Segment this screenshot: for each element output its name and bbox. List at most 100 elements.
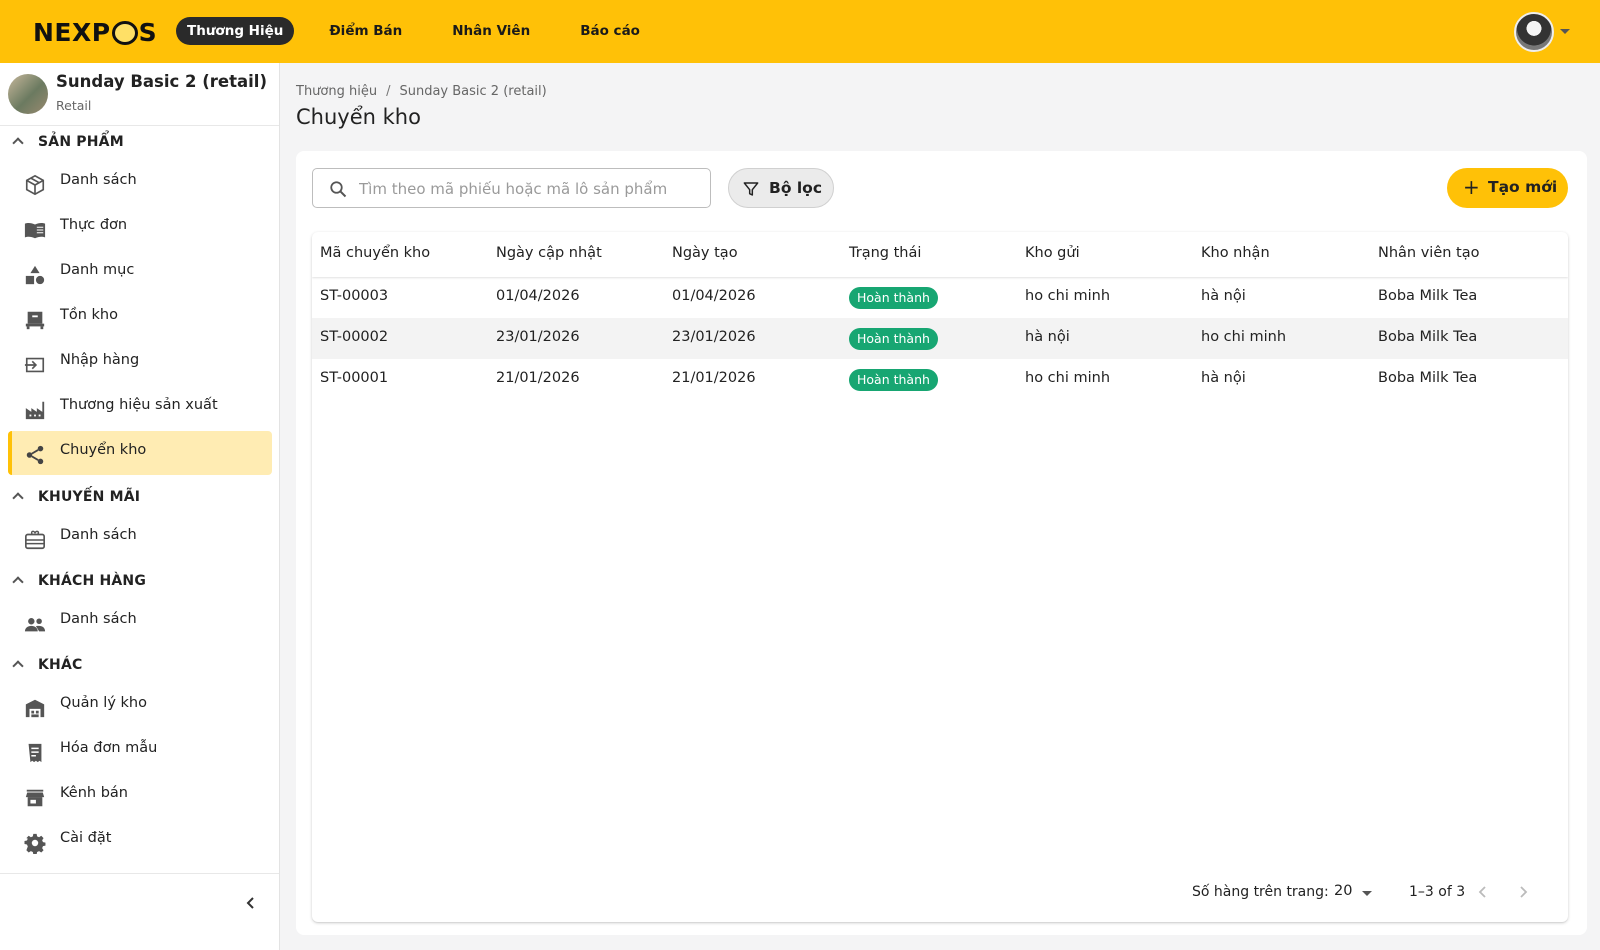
sidebar-item-thuc-don[interactable]: Thực đơn	[8, 206, 272, 250]
rows-per-page-select[interactable]: 20	[1334, 881, 1378, 903]
sidebar-item-label: Danh mục	[60, 262, 135, 278]
column-header[interactable]: Trạng thái	[849, 245, 921, 261]
top-app-bar: NEXP S Thương Hiệu Điểm Bán Nhân Viên Báo…	[0, 0, 1600, 63]
sidebar-item-label: Thực đơn	[60, 217, 128, 233]
factory-icon	[25, 401, 45, 420]
table-row[interactable]: ST-00002 23/01/2026 23/01/2026 Hoàn thàn…	[312, 318, 1568, 359]
column-header[interactable]: Ngày cập nhật	[496, 245, 602, 261]
sidebar-item-nhap-hang[interactable]: Nhập hàng	[8, 341, 272, 385]
sidebar-item-label: Kênh bán	[60, 785, 128, 801]
sidebar-item-hoa-don-mau[interactable]: Hóa đơn mẫu	[8, 729, 272, 773]
store-icon	[25, 789, 45, 807]
inventory-icon	[25, 311, 45, 330]
nexpos-logo[interactable]: NEXP S	[33, 18, 157, 47]
table-row[interactable]: ST-00003 01/04/2026 01/04/2026 Hoàn thàn…	[312, 277, 1568, 318]
section-khach-hang[interactable]: KHÁCH HÀNG	[0, 568, 279, 596]
section-khuyen-mai[interactable]: KHUYẾN MÃI	[0, 484, 279, 512]
nav-tab-diem-ban[interactable]: Điểm Bán	[318, 17, 413, 45]
sidebar-divider	[0, 873, 279, 874]
column-header[interactable]: Mã chuyển kho	[320, 245, 430, 261]
nav-tab-thuong-hieu[interactable]: Thương Hiệu	[176, 17, 295, 45]
page-title: Chuyển kho	[296, 105, 421, 129]
section-san-pham[interactable]: SẢN PHẨM	[0, 129, 279, 157]
chevron-up-icon	[12, 660, 24, 672]
sidebar-item-label: Danh sách	[60, 172, 137, 188]
cell-code: ST-00001	[320, 370, 389, 386]
search-box[interactable]	[312, 168, 711, 208]
pagination: Số hàng trên trang: 20 1–3 of 3	[312, 872, 1568, 912]
breadcrumb-separator: /	[386, 84, 391, 99]
gift-card-icon	[25, 530, 45, 550]
section-title: KHUYẾN MÃI	[38, 489, 141, 505]
filter-button[interactable]: Bộ lọc	[728, 168, 834, 208]
search-input[interactable]	[359, 177, 699, 201]
sidebar-item-cai-dat[interactable]: Cài đặt	[8, 819, 272, 863]
sidebar-item-kenh-ban[interactable]: Kênh bán	[8, 774, 272, 818]
sidebar-item-label: Tồn kho	[60, 307, 118, 323]
chevron-up-icon	[12, 137, 24, 149]
chevron-down-icon	[1362, 891, 1372, 896]
nav-tab-bao-cao[interactable]: Báo cáo	[569, 17, 651, 45]
cell-updated: 23/01/2026	[496, 329, 580, 345]
cell-staff: Boba Milk Tea	[1378, 329, 1478, 345]
plus-icon: +	[1463, 175, 1480, 199]
cell-updated: 01/04/2026	[496, 288, 580, 304]
transfer-table: Mã chuyển kho Ngày cập nhật Ngày tạo Trạ…	[312, 232, 1568, 922]
cell-from-warehouse: ho chi minh	[1025, 370, 1111, 386]
cell-code: ST-00003	[320, 288, 389, 304]
column-header[interactable]: Nhân viên tạo	[1378, 245, 1480, 261]
page-range: 1–3 of 3	[1409, 884, 1466, 900]
sidebar-item-thuong-hieu-san-xuat[interactable]: Thương hiệu sản xuất	[8, 386, 272, 430]
sidebar-item-danh-sach-khuyen-mai[interactable]: Danh sách	[8, 516, 272, 560]
chevron-down-icon[interactable]	[1560, 29, 1570, 34]
menu-book-icon	[24, 222, 46, 239]
cell-to-warehouse: hà nội	[1201, 370, 1246, 386]
sidebar-item-ton-kho[interactable]: Tồn kho	[8, 296, 272, 340]
cell-code: ST-00002	[320, 329, 389, 345]
chevron-up-icon	[12, 492, 24, 504]
column-header[interactable]: Ngày tạo	[672, 245, 738, 261]
create-label: Tạo mới	[1488, 178, 1558, 196]
status-badge: Hoàn thành	[849, 369, 938, 391]
section-title: KHÁCH HÀNG	[38, 573, 147, 589]
cell-created: 21/01/2026	[672, 370, 756, 386]
store-header[interactable]: Sunday Basic 2 (retail) Retail	[0, 63, 279, 126]
cell-to-warehouse: ho chi minh	[1201, 329, 1287, 345]
previous-page-button[interactable]	[1475, 884, 1491, 900]
sidebar-item-danh-sach-san-pham[interactable]: Danh sách	[8, 161, 272, 205]
chevron-left-icon[interactable]	[245, 897, 257, 909]
section-khac[interactable]: KHÁC	[0, 652, 279, 680]
cell-from-warehouse: ho chi minh	[1025, 288, 1111, 304]
import-icon	[24, 357, 45, 373]
breadcrumb: Thương hiệu / Sunday Basic 2 (retail)	[296, 84, 547, 99]
filter-label: Bộ lọc	[769, 179, 823, 197]
sidebar: Sunday Basic 2 (retail) Retail SẢN PHẨM …	[0, 63, 280, 950]
cell-from-warehouse: hà nội	[1025, 329, 1070, 345]
search-icon	[330, 181, 347, 198]
create-new-button[interactable]: + Tạo mới	[1447, 168, 1568, 208]
user-avatar[interactable]	[1514, 12, 1554, 52]
next-page-button[interactable]	[1515, 884, 1531, 900]
sidebar-item-quan-ly-kho[interactable]: Quản lý kho	[8, 684, 272, 728]
sidebar-item-label: Quản lý kho	[60, 695, 147, 711]
top-nav: Thương Hiệu Điểm Bán Nhân Viên Báo cáo	[176, 17, 679, 45]
sidebar-item-label: Hóa đơn mẫu	[60, 740, 158, 756]
content-card: Bộ lọc + Tạo mới Mã chuyển kho Ngày cập …	[296, 151, 1587, 935]
column-header[interactable]: Kho nhận	[1201, 245, 1270, 261]
category-shapes-icon	[25, 265, 45, 285]
sidebar-item-label: Cài đặt	[60, 830, 112, 846]
logo-lemon-mark	[111, 21, 138, 45]
sidebar-item-danh-sach-khach-hang[interactable]: Danh sách	[8, 600, 272, 644]
breadcrumb-link-thuong-hieu[interactable]: Thương hiệu	[296, 84, 377, 99]
column-header[interactable]: Kho gửi	[1025, 245, 1080, 261]
sidebar-item-label: Thương hiệu sản xuất	[60, 397, 218, 413]
sidebar-item-danh-muc[interactable]: Danh mục	[8, 251, 272, 295]
nav-tab-nhan-vien[interactable]: Nhân Viên	[441, 17, 541, 45]
status-badge: Hoàn thành	[849, 328, 938, 350]
store-name: Sunday Basic 2 (retail)	[56, 72, 267, 91]
cell-updated: 21/01/2026	[496, 370, 580, 386]
table-row[interactable]: ST-00001 21/01/2026 21/01/2026 Hoàn thàn…	[312, 359, 1568, 400]
sidebar-item-chuyen-kho[interactable]: Chuyển kho	[8, 431, 272, 475]
sidebar-item-label: Danh sách	[60, 611, 137, 627]
sidebar-item-label: Nhập hàng	[60, 352, 140, 368]
